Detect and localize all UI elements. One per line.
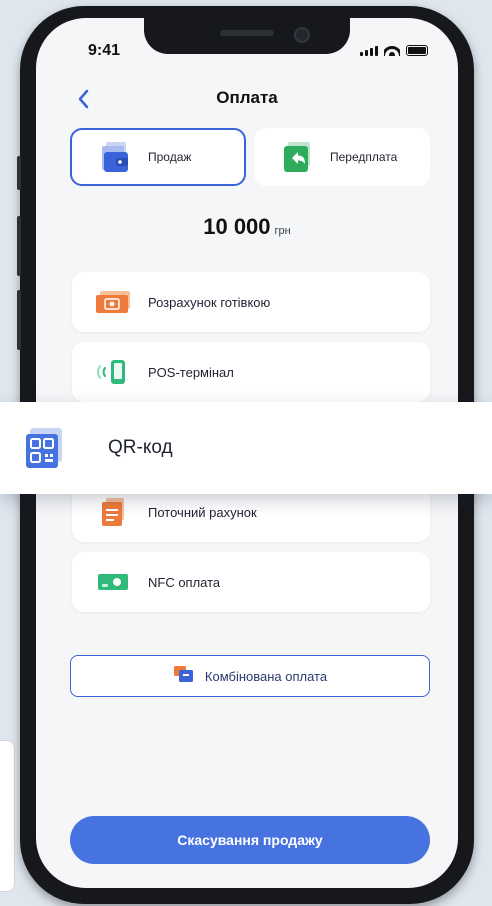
qr-code-icon — [22, 426, 66, 470]
payment-qr-code[interactable]: QR-код — [0, 402, 492, 494]
payment-nfc[interactable]: NFC оплата — [72, 552, 430, 612]
phone-mute-button — [17, 156, 21, 190]
payment-cash[interactable]: Розрахунок готівкою — [72, 272, 430, 332]
return-icon — [280, 140, 314, 174]
combined-payment-icon — [173, 664, 195, 689]
document-icon — [94, 497, 132, 527]
tab-prepayment-label: Передплата — [330, 150, 398, 164]
payment-pos-terminal[interactable]: POS-термінал — [72, 342, 430, 402]
amount-currency: грн — [274, 225, 291, 237]
phone-volume-down-button — [17, 290, 21, 350]
front-camera — [294, 27, 310, 43]
amount-value: 10 000 — [203, 214, 271, 239]
notch — [144, 18, 350, 54]
wallet-icon — [98, 140, 132, 174]
combined-payment-label: Комбінована оплата — [204, 668, 328, 684]
payment-current-account-label: Поточний рахунок — [148, 504, 257, 520]
page-title: Оплата — [216, 88, 278, 107]
payment-nfc-label: NFC оплата — [148, 574, 221, 590]
pos-terminal-icon — [94, 357, 132, 387]
payment-pos-label: POS-термінал — [148, 364, 234, 380]
cancel-sale-button[interactable]: Скасування продажу — [70, 816, 430, 864]
cash-icon — [94, 287, 132, 317]
tab-sale[interactable]: Продаж — [70, 128, 246, 186]
qr-code-label: QR-код — [108, 437, 173, 458]
tab-prepayment[interactable]: Передплата — [254, 128, 430, 186]
nfc-icon — [94, 567, 132, 597]
combined-payment-button[interactable]: Комбінована оплата — [70, 655, 430, 697]
background-card — [0, 740, 15, 892]
speaker — [220, 30, 274, 36]
phone-volume-up-button — [17, 216, 21, 276]
tab-sale-label: Продаж — [148, 150, 192, 164]
status-icons — [360, 44, 428, 56]
payment-cash-label: Розрахунок готівкою — [148, 294, 271, 310]
status-time: 9:41 — [88, 42, 121, 59]
wifi-icon — [384, 44, 400, 56]
signal-icon — [360, 46, 378, 56]
battery-icon — [406, 45, 428, 56]
sale-amount: 10 000 грн — [36, 214, 458, 240]
